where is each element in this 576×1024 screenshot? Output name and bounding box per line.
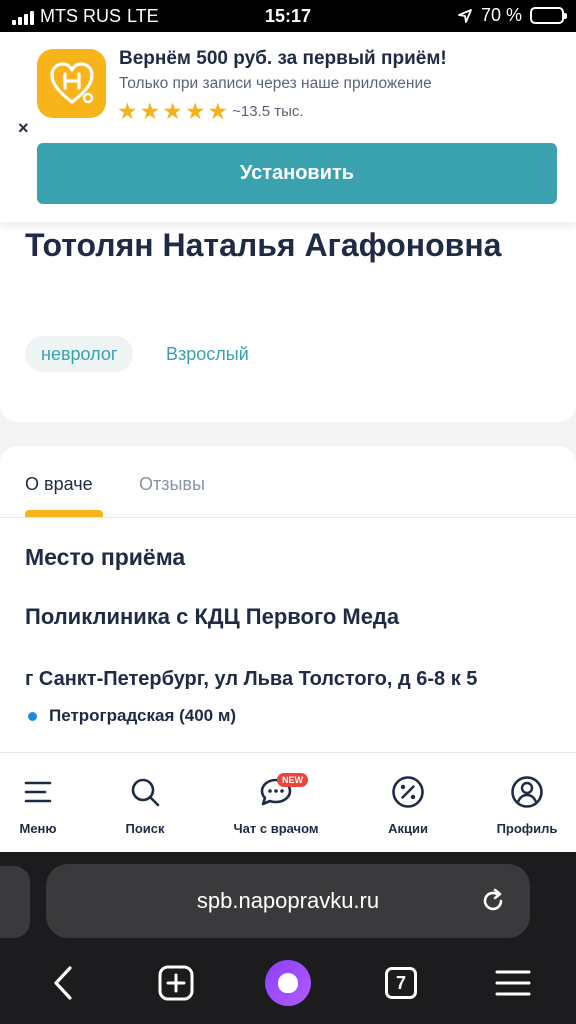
- app-install-banner: × Вернём 500 руб. за первый приём! Тольк…: [0, 32, 576, 222]
- bottom-navigation: Меню Поиск NEW Чат с врачом Акции Профил…: [0, 752, 576, 852]
- tab-about-doctor[interactable]: О враче: [25, 474, 93, 495]
- nav-label-profile: Профиль: [496, 821, 558, 836]
- battery-percent: 70 %: [480, 5, 522, 25]
- address-bar[interactable]: spb.napopravku.ru: [46, 864, 530, 938]
- status-right: 70 %: [457, 5, 567, 26]
- new-tab-icon[interactable]: [153, 960, 199, 1006]
- nav-item-search[interactable]: Поиск: [115, 753, 175, 853]
- clinic-address: г Санкт-Петербург, ул Льва Толстого, д 6…: [25, 668, 478, 690]
- alice-shape: [278, 973, 298, 993]
- clinic-name[interactable]: Поликлиника с КДЦ Первого Меда: [25, 604, 399, 630]
- browser-toolbar: spb.napopravku.ru 7: [0, 852, 576, 1024]
- location-arrow-icon: [458, 8, 472, 23]
- nav-label-promotions: Акции: [388, 821, 428, 836]
- metro-dot-icon: [28, 711, 37, 721]
- alice-button: [265, 960, 311, 1006]
- doctor-profile-card: Тотолян Наталья Агафоновна невролог Взро…: [0, 200, 576, 422]
- star-icon: ★: [207, 98, 229, 124]
- age-group-chip[interactable]: Взрослый: [166, 336, 249, 372]
- star-icon: ★: [184, 98, 206, 124]
- doctor-name: Тотолян Наталья Агафоновна: [25, 227, 502, 263]
- banner-title: Вернём 500 руб. за первый приём!: [119, 48, 447, 69]
- menu-icon: [23, 773, 53, 811]
- nav-item-chat[interactable]: NEW Чат с врачом: [226, 753, 326, 853]
- install-button[interactable]: Установить: [37, 143, 557, 204]
- nav-item-menu[interactable]: Меню: [8, 753, 68, 853]
- previous-tab-preview[interactable]: [0, 866, 30, 938]
- star-icon: ★: [139, 98, 161, 124]
- star-icon: ★: [117, 98, 138, 124]
- napopravku-heart-icon: [37, 49, 106, 118]
- new-badge: NEW: [277, 773, 308, 787]
- reload-icon[interactable]: [480, 888, 506, 919]
- profile-icon: [510, 773, 544, 811]
- search-icon: [129, 773, 161, 811]
- star-icon: ★: [162, 98, 183, 124]
- app-rating: ★ ★ ★ ★ ★ ~13.5 тыс.: [117, 100, 304, 123]
- url-text: spb.napopravku.ru: [196, 888, 380, 913]
- nav-label-search: Поиск: [125, 821, 165, 836]
- close-icon[interactable]: ×: [18, 118, 29, 139]
- reception-place-heading: Место приёма: [25, 544, 186, 570]
- nav-label-chat: Чат с врачом: [233, 821, 319, 836]
- browser-menu-icon[interactable]: [490, 960, 536, 1006]
- nav-label-menu: Меню: [19, 821, 57, 836]
- heart-logo-icon: [49, 61, 94, 104]
- specialty-chip[interactable]: невролог: [25, 336, 134, 372]
- browser-controls: 7: [0, 952, 576, 1012]
- battery-icon: [530, 7, 567, 24]
- alice-assistant-icon[interactable]: [265, 960, 311, 1006]
- back-icon[interactable]: [40, 960, 86, 1006]
- doctor-details-card: О враче Отзывы Место приёма Поликлиника …: [0, 446, 576, 766]
- tab-count: 7: [385, 967, 417, 999]
- tabs-count-button[interactable]: 7: [378, 960, 424, 1006]
- metro-label: Петроградская (400 м): [49, 706, 237, 725]
- discount-icon: [391, 773, 425, 811]
- nav-item-profile[interactable]: Профиль: [492, 753, 562, 853]
- chat-icon: NEW: [259, 773, 308, 811]
- status-bar: MTS RUS LTE 15:17 70 %: [0, 0, 576, 32]
- metro-station: Петроградская (400 м): [25, 706, 236, 726]
- tab-divider: [0, 517, 576, 518]
- banner-subtitle: Только при записи через наше приложение: [119, 75, 432, 92]
- rating-count: ~13.5 тыс.: [232, 103, 304, 120]
- tab-reviews[interactable]: Отзывы: [139, 474, 205, 495]
- nav-item-promotions[interactable]: Акции: [378, 753, 438, 853]
